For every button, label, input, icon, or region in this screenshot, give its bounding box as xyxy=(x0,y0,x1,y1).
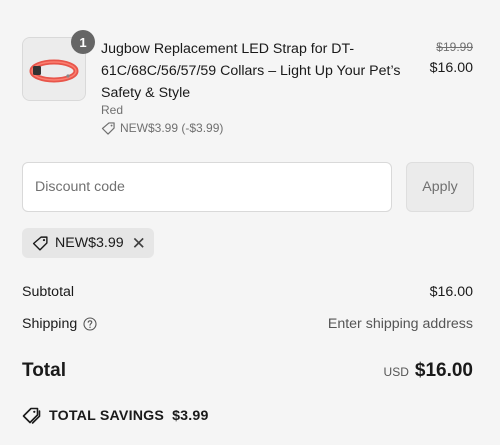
product-title: Jugbow Replacement LED Strap for DT-61C/… xyxy=(101,41,401,101)
line-item-discount: NEW$3.99 (-$3.99) xyxy=(101,121,223,135)
close-icon[interactable]: ✕ xyxy=(132,235,146,252)
subtotal-label: Subtotal xyxy=(22,284,75,300)
line-item-discount-text: NEW$3.99 (-$3.99) xyxy=(120,121,224,135)
total-value-group: USD $16.00 xyxy=(384,360,473,382)
applied-discount-code: NEW$3.99 xyxy=(55,235,124,251)
tag-icon xyxy=(32,235,48,251)
total-savings: TOTAL SAVINGS $3.99 xyxy=(22,407,209,424)
original-price: $19.99 xyxy=(436,40,473,54)
apply-button[interactable]: Apply xyxy=(406,162,474,212)
applied-discount-chip: NEW$3.99 ✕ xyxy=(22,228,154,258)
total-label: Total xyxy=(22,360,66,381)
help-circle-icon[interactable] xyxy=(83,317,97,331)
shipping-row-label: Shipping xyxy=(22,316,97,332)
shipping-label: Shipping xyxy=(22,316,78,332)
currency-code: USD xyxy=(383,365,409,379)
item-price: $16.00 xyxy=(429,60,473,76)
shipping-value: Enter shipping address xyxy=(327,316,473,332)
savings-label: TOTAL SAVINGS xyxy=(49,407,165,424)
discount-code-input[interactable] xyxy=(22,162,392,212)
double-tag-icon xyxy=(22,407,41,424)
savings-value: $3.99 xyxy=(172,407,209,424)
product-variant: Red xyxy=(101,103,124,117)
tag-icon xyxy=(101,121,115,135)
quantity-badge: 1 xyxy=(71,30,95,54)
subtotal-value: $16.00 xyxy=(429,284,473,300)
total-amount: $16.00 xyxy=(414,360,473,381)
